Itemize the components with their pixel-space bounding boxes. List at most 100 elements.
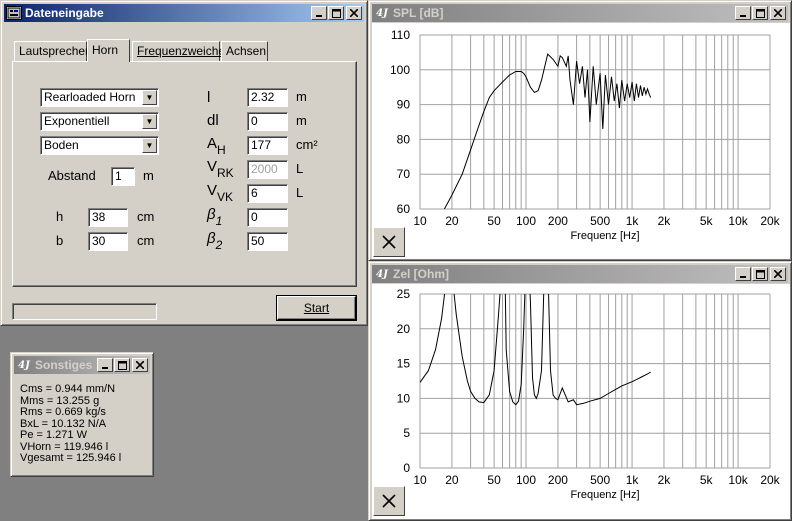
close-icon[interactable] <box>346 6 362 20</box>
close-plot-button[interactable] <box>373 486 405 516</box>
y-tick-label: 60 <box>397 202 411 216</box>
x-tick-label: 200 <box>548 473 568 487</box>
b-unit: cm <box>137 233 155 248</box>
minimize-icon[interactable] <box>311 6 327 20</box>
chevron-down-icon[interactable]: ▼ <box>142 114 157 129</box>
maximize-icon[interactable] <box>752 267 768 281</box>
tab-achsen[interactable]: Achsen <box>221 41 268 61</box>
x-tick-label: 1k <box>626 214 640 228</box>
progress-bar <box>12 303 157 320</box>
minimize-icon[interactable] <box>97 358 113 372</box>
param-vrk-unit: L <box>296 161 304 176</box>
close-icon[interactable] <box>132 358 148 372</box>
param-dl-label: dl <box>207 112 219 129</box>
param-vvk-input[interactable]: 6 <box>247 184 288 203</box>
x-tick-label: 200 <box>548 214 568 228</box>
tab-lautsprecher[interactable]: Lautsprecher <box>14 41 89 61</box>
b-input[interactable]: 30 <box>88 232 128 251</box>
tab-horn[interactable]: Horn <box>87 39 130 62</box>
y-tick-label: 70 <box>397 167 411 181</box>
param-beta1-input[interactable]: 0 <box>247 208 288 227</box>
x-tick-label: 100 <box>516 473 536 487</box>
dateneingabe-title: Dateneingabe <box>25 6 104 20</box>
sonstiges-titlebar[interactable]: 4J Sonstiges <box>14 356 150 374</box>
param-vvk-unit: L <box>296 185 304 200</box>
param-dl-unit: m <box>296 113 307 128</box>
x-tick-label: 10 <box>413 473 427 487</box>
x-tick-label: 5k <box>700 214 714 228</box>
maximize-icon[interactable] <box>752 6 768 20</box>
zel-titlebar[interactable]: 4J Zel [Ohm] <box>372 265 788 283</box>
start-button[interactable]: Start <box>277 296 356 320</box>
param-l-unit: m <box>296 89 307 104</box>
maximize-icon[interactable] <box>328 6 344 20</box>
chevron-down-icon[interactable]: ▼ <box>142 90 157 105</box>
param-ah-input[interactable]: 177 <box>247 136 288 155</box>
h-label: h <box>56 209 64 224</box>
tab-frequenzweiche[interactable]: Frequenzweiche <box>132 41 225 61</box>
y-tick-label: 20 <box>397 322 411 336</box>
param-beta2-input[interactable]: 50 <box>247 232 288 251</box>
4j-logo-icon: 4J <box>376 7 388 19</box>
spl-plot-area: 110 100 90 80 70 60 10 20 50 100 200 500 1k 2k 5k 10k 20… <box>372 23 790 259</box>
flare-select[interactable]: Exponentiell ▼ <box>40 112 159 131</box>
zel-chart: 252015105010 20 50 100 200 500 1k 2k 5k 10k 20kFre… <box>397 287 781 501</box>
x-tick-label: 2k <box>658 473 672 487</box>
close-plot-button[interactable] <box>373 227 405 257</box>
spl-title: SPL [dB] <box>393 6 444 20</box>
list-item: Cms = 0.944 mm/N <box>20 383 116 395</box>
close-icon <box>382 494 396 508</box>
close-icon <box>382 235 396 249</box>
placement-select[interactable]: Boden ▼ <box>40 136 159 155</box>
x-tick-label: 5k <box>700 473 714 487</box>
x-tick-label: 20k <box>760 473 780 487</box>
x-axis-label: Frequenz [Hz] <box>570 489 639 501</box>
x-tick-label: 50 <box>487 473 501 487</box>
y-tick-label: 110 <box>391 28 410 42</box>
sonstiges-window: 4J Sonstiges Cms = 0.944 mm/N Mms = 13.2… <box>10 352 154 477</box>
dateneingabe-titlebar[interactable]: Dateneingabe <box>4 4 364 22</box>
minimize-icon[interactable] <box>735 267 751 281</box>
param-l-label: l <box>207 89 211 106</box>
param-l-input[interactable]: 2.32 <box>247 88 288 107</box>
x-tick-label: 20k <box>760 214 780 228</box>
x-tick-label: 20 <box>445 214 459 228</box>
h-unit: cm <box>137 209 155 224</box>
spl-window: 4J SPL [dB] 110 100 90 80 70 60 10 20 50 100 200 50… <box>368 0 792 261</box>
grid-lines <box>419 293 771 469</box>
list-item: Vgesamt = 125.946 l <box>20 452 122 464</box>
x-tick-label: 500 <box>590 214 610 228</box>
x-tick-label: 10k <box>728 214 748 228</box>
y-tick-label: 80 <box>397 132 411 146</box>
x-tick-label: 10k <box>728 473 748 487</box>
y-tick-label: 0 <box>403 461 410 475</box>
zel-window: 4J Zel [Ohm] 25 20 15 10 5 0 10 20 50 100 200 500 1k… <box>368 261 792 521</box>
4j-logo-icon: 4J <box>18 359 30 371</box>
x-tick-label: 10 <box>413 214 427 228</box>
minimize-icon[interactable] <box>735 6 751 20</box>
abstand-unit: m <box>143 168 154 183</box>
x-tick-label: 1k <box>626 473 640 487</box>
x-tick-label: 100 <box>516 214 536 228</box>
spl-titlebar[interactable]: 4J SPL [dB] <box>372 4 788 22</box>
close-icon[interactable] <box>770 6 786 20</box>
spl-chart: 110 100 90 80 70 6010 20 50 100 200 500 1k 2k 5k 10k 20… <box>390 28 781 242</box>
maximize-icon[interactable] <box>114 358 130 372</box>
param-vrk-label: VRK <box>207 158 234 180</box>
y-tick-label: 25 <box>397 287 411 301</box>
chevron-down-icon[interactable]: ▼ <box>142 138 157 153</box>
h-input[interactable]: 38 <box>88 208 128 227</box>
param-dl-input[interactable]: 0 <box>247 112 288 131</box>
abstand-input[interactable]: 1 <box>111 167 135 186</box>
x-tick-label: 500 <box>590 473 610 487</box>
close-icon[interactable] <box>770 267 786 281</box>
x-tick-label: 2k <box>658 214 672 228</box>
param-ah-unit: cm² <box>296 137 318 152</box>
sonstiges-title: Sonstiges <box>35 358 93 372</box>
param-vvk-label: VVK <box>207 182 234 204</box>
sonstiges-list: Cms = 0.944 mm/N Mms = 13.255 g Rms = 0.… <box>20 383 122 465</box>
zel-plot-area: 25 20 15 10 5 0 10 20 50 100 200 500 1k 2k 5k 10k 20k Fre… <box>372 284 790 519</box>
horn-type-select[interactable]: Rearloaded Horn ▼ <box>40 88 159 107</box>
y-tick-label: 15 <box>397 357 411 371</box>
zel-title: Zel [Ohm] <box>393 267 449 281</box>
